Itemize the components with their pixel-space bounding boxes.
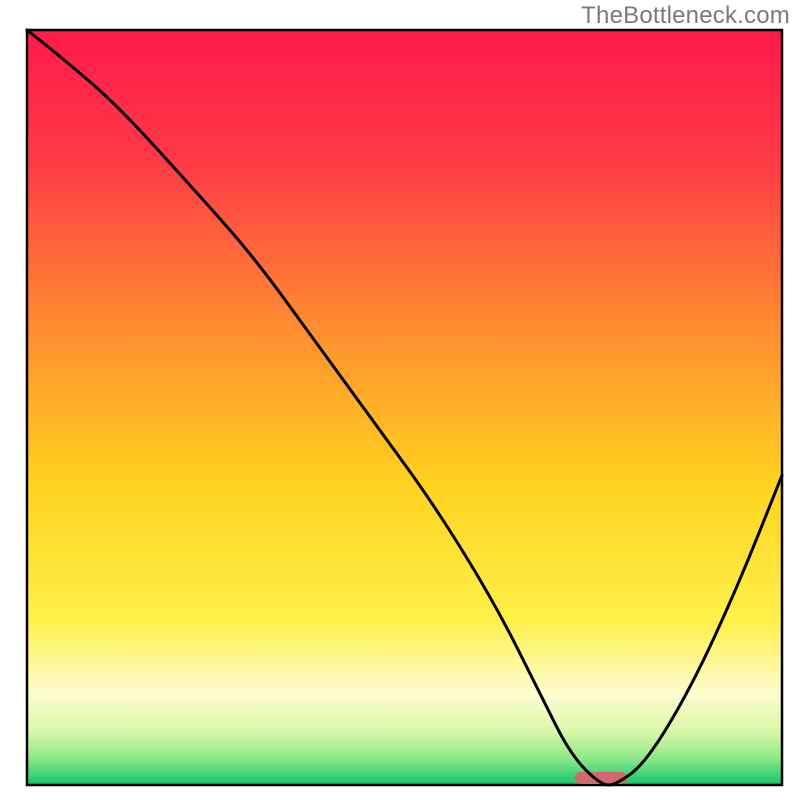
chart-container: TheBottleneck.com [0, 0, 800, 800]
chart-svg [0, 0, 800, 800]
plot-background [27, 30, 782, 785]
